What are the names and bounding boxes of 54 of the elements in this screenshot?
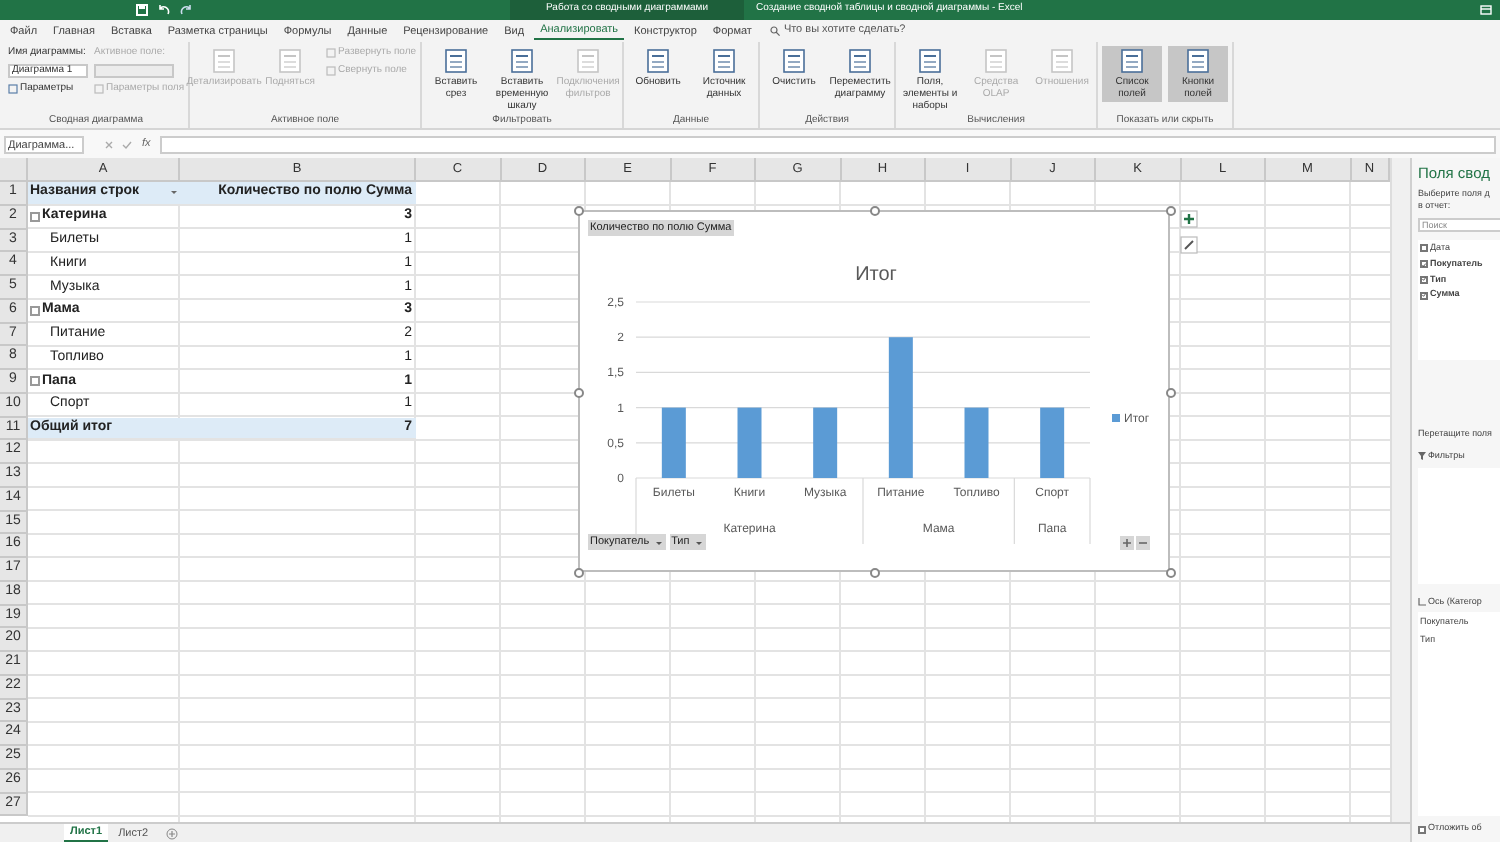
add-element-icon: [1180, 210, 1198, 228]
ribbon-display-icon: [1480, 4, 1492, 16]
collapse-icon: [1136, 536, 1150, 550]
collapse-toggle[interactable]: [30, 376, 40, 387]
brush-icon: [1180, 236, 1198, 254]
expand-icon: [1120, 536, 1134, 550]
square-icon: [8, 84, 18, 94]
bar[interactable]: [737, 407, 762, 478]
bar[interactable]: [661, 407, 686, 478]
resize-handle[interactable]: [1166, 206, 1176, 216]
collapse-toggle[interactable]: [30, 212, 40, 223]
sheet-icon: [444, 48, 469, 74]
collapse-toggle[interactable]: [30, 306, 40, 317]
resize-handle[interactable]: [574, 206, 584, 216]
chart-title: Итог: [855, 264, 897, 286]
resize-handle[interactable]: [574, 387, 584, 397]
resize-handle[interactable]: [870, 568, 880, 578]
sheet-icon: [646, 48, 671, 74]
sheet-icon: [510, 48, 535, 74]
resize-handle[interactable]: [1166, 568, 1176, 578]
sheet-icon: [712, 48, 737, 74]
sheet-icon: [984, 48, 1009, 74]
dropdown-icon: [653, 537, 664, 547]
formula-input-field[interactable]: [160, 135, 1496, 153]
resize-handle[interactable]: [1166, 387, 1176, 397]
square-icon: [326, 66, 337, 76]
sheet-icon: [1120, 48, 1145, 74]
cancel-icon: [104, 139, 114, 149]
check-icon: [122, 139, 132, 149]
sheet-icon: [1186, 48, 1211, 74]
sheet-icon: [848, 48, 873, 74]
search-icon: [769, 26, 780, 36]
sheet-icon: [918, 48, 943, 74]
filter-icon: [1418, 452, 1426, 461]
square-icon: [326, 48, 337, 58]
vertical-scrollbar[interactable]: [1390, 158, 1410, 822]
resize-handle[interactable]: [574, 568, 584, 578]
undo-icon: [158, 4, 170, 16]
sheet-icon: [1050, 48, 1075, 74]
bar[interactable]: [813, 407, 838, 478]
bar[interactable]: [1040, 407, 1065, 478]
square-icon: [94, 84, 104, 94]
redo-icon: [180, 4, 192, 16]
sheet-icon: [576, 48, 601, 74]
sheet-icon: [782, 48, 807, 74]
save-icon: [136, 4, 148, 16]
axis-icon: [1418, 597, 1426, 606]
dropdown-icon: [693, 537, 704, 547]
bar[interactable]: [964, 407, 989, 478]
bar[interactable]: [888, 337, 913, 478]
resize-handle[interactable]: [870, 206, 880, 216]
sheet-icon: [212, 48, 237, 74]
add-sheet-icon: [166, 827, 179, 839]
sheet-icon: [278, 48, 303, 74]
